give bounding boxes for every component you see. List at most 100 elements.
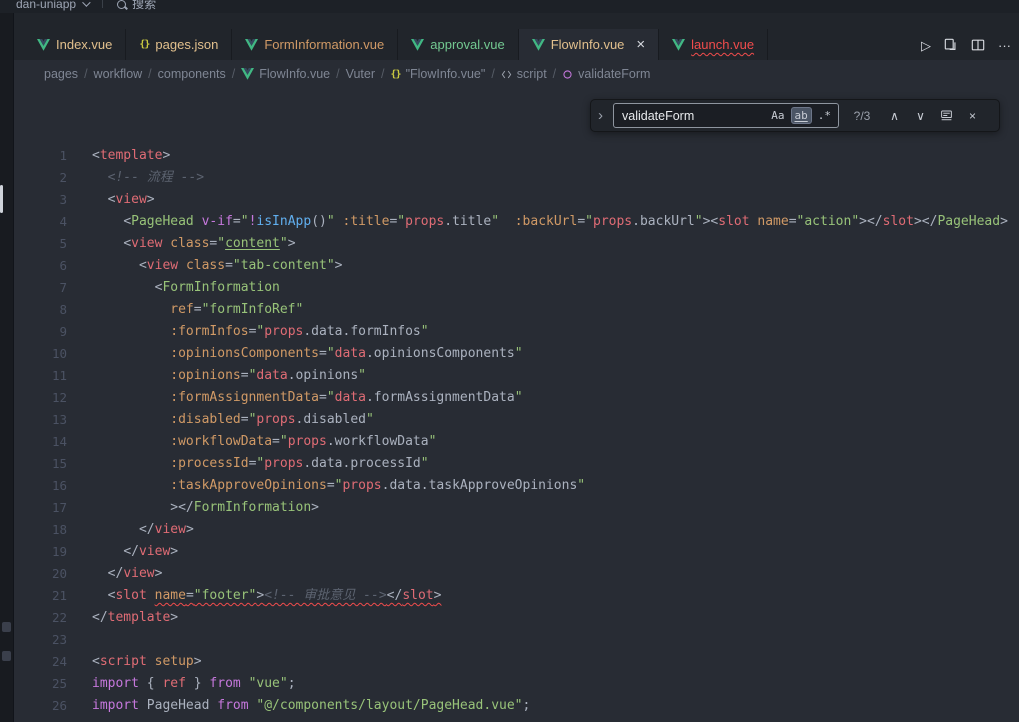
breadcrumb: pages/workflow/components/FlowInfo.vue/V… [14, 60, 1019, 88]
tab-FormInformation.vue[interactable]: FormInformation.vue [232, 29, 398, 60]
code-line-14[interactable]: 14 :workflowData="props.workflowData" [14, 431, 1019, 453]
line-content: :workflowData="props.workflowData" [92, 431, 436, 453]
breadcrumb-label: pages [44, 67, 78, 81]
braces-icon: {} [391, 69, 401, 80]
line-content: ></FormInformation> [92, 497, 319, 519]
breadcrumb-item-workflow[interactable]: workflow [94, 67, 143, 81]
code-line-19[interactable]: 19 </view> [14, 541, 1019, 563]
code-line-9[interactable]: 9 :formInfos="props.data.formInfos" [14, 321, 1019, 343]
project-menu[interactable]: dan-uniapp [16, 0, 88, 13]
breadcrumb-separator: / [232, 67, 235, 81]
code-line-12[interactable]: 12 :formAssignmentData="data.formAssignm… [14, 387, 1019, 409]
code-line-22[interactable]: 22</template> [14, 607, 1019, 629]
whole-word-button[interactable]: ab [791, 107, 812, 124]
line-content: <script setup> [92, 651, 202, 673]
line-content: </view> [92, 541, 178, 563]
code-line-2[interactable]: 2 <!-- 流程 --> [14, 167, 1019, 189]
find-input[interactable]: validateForm Aa ab .* [613, 103, 839, 128]
code-line-17[interactable]: 17 ></FormInformation> [14, 497, 1019, 519]
line-number: 14 [14, 431, 67, 453]
code-line-8[interactable]: 8 ref="formInfoRef" [14, 299, 1019, 321]
line-content: <view class="content"> [92, 233, 296, 255]
code-line-4[interactable]: 4 <PageHead v-if="!isInApp()" :title="pr… [14, 211, 1019, 233]
code-line-1[interactable]: 1<template> [14, 145, 1019, 167]
tab-launch.vue[interactable]: launch.vue [659, 29, 768, 60]
tab-approval.vue[interactable]: approval.vue [398, 29, 518, 60]
breadcrumb-item-FlowInfo.vue[interactable]: {}"FlowInfo.vue" [391, 67, 486, 81]
code-line-11[interactable]: 11 :opinions="data.opinions" [14, 365, 1019, 387]
next-match-button[interactable]: ∨ [911, 106, 930, 126]
breadcrumb-separator: / [553, 67, 556, 81]
close-icon[interactable]: × [636, 37, 645, 52]
code-line-15[interactable]: 15 :processId="props.data.processId" [14, 453, 1019, 475]
previous-match-button[interactable]: ∧ [885, 106, 904, 126]
title-bar: dan-uniapp 搜索 [0, 0, 1019, 13]
line-number: 19 [14, 541, 67, 563]
more-actions-button[interactable]: ··· [998, 39, 1011, 52]
line-content: :formAssignmentData="data.formAssignment… [92, 387, 523, 409]
open-changes-button[interactable] [944, 38, 958, 52]
line-content: </view> [92, 563, 162, 585]
breadcrumb-item-script[interactable]: script [501, 67, 547, 81]
activity-indicator [0, 185, 3, 213]
breadcrumb-label: Vuter [346, 67, 375, 81]
toggle-replace-icon[interactable]: › [595, 107, 606, 124]
code-editor[interactable]: › validateForm Aa ab .* ?/3 ∧ ∨ [14, 88, 1019, 722]
breadcrumb-item-pages[interactable]: pages [44, 67, 78, 81]
code-line-25[interactable]: 25import { ref } from "vue"; [14, 673, 1019, 695]
code-line-23[interactable]: 23 [14, 629, 1019, 651]
tab-pages.json[interactable]: {}pages.json [126, 29, 232, 60]
open-changes-icon [944, 38, 958, 52]
tab-Index.vue[interactable]: Index.vue [24, 29, 126, 60]
line-number: 17 [14, 497, 67, 519]
match-case-button[interactable]: Aa [767, 107, 788, 124]
line-content: <slot name="footer"><!-- 审批意见 --></slot> [92, 585, 441, 607]
tab-label: FlowInfo.vue [551, 37, 625, 52]
vue-icon [672, 39, 685, 51]
breadcrumb-item-FlowInfo.vue[interactable]: FlowInfo.vue [241, 67, 330, 81]
line-number: 24 [14, 651, 67, 673]
editor-actions: ▷ ··· [921, 38, 1011, 52]
code-line-10[interactable]: 10 :opinionsComponents="data.opinionsCom… [14, 343, 1019, 365]
code-line-3[interactable]: 3 <view> [14, 189, 1019, 211]
activity-mark [2, 651, 11, 661]
run-button[interactable]: ▷ [921, 39, 931, 52]
code-line-5[interactable]: 5 <view class="content"> [14, 233, 1019, 255]
line-content: </template> [92, 607, 178, 629]
code-line-18[interactable]: 18 </view> [14, 519, 1019, 541]
breadcrumb-item-Vuter[interactable]: Vuter [346, 67, 375, 81]
vue-icon [245, 39, 258, 51]
code-line-20[interactable]: 20 </view> [14, 563, 1019, 585]
breadcrumb-item-components[interactable]: components [158, 67, 226, 81]
line-content: :taskApproveOpinions="props.data.taskApp… [92, 475, 585, 497]
breadcrumb-separator: / [491, 67, 494, 81]
line-number: 10 [14, 343, 67, 365]
close-find-button[interactable]: × [963, 106, 982, 126]
line-number: 4 [14, 211, 67, 233]
line-number: 16 [14, 475, 67, 497]
find-widget: › validateForm Aa ab .* ?/3 ∧ ∨ [590, 99, 1000, 132]
json-icon: {} [139, 39, 149, 50]
code-line-6[interactable]: 6 <view class="tab-content"> [14, 255, 1019, 277]
code-line-13[interactable]: 13 :disabled="props.disabled" [14, 409, 1019, 431]
tab-FlowInfo.vue[interactable]: FlowInfo.vue × [519, 29, 659, 60]
code-line-16[interactable]: 16 :taskApproveOpinions="props.data.task… [14, 475, 1019, 497]
line-content: <FormInformation [92, 277, 280, 299]
line-number: 25 [14, 673, 67, 695]
line-content: :opinionsComponents="data.opinionsCompon… [92, 343, 523, 365]
code-line-7[interactable]: 7 <FormInformation [14, 277, 1019, 299]
regex-button[interactable]: .* [814, 107, 835, 124]
line-content: :formInfos="props.data.formInfos" [92, 321, 429, 343]
tab-label: Index.vue [56, 37, 112, 52]
breadcrumb-item-validateForm[interactable]: validateForm [562, 67, 650, 81]
code-line-21[interactable]: 21 <slot name="footer"><!-- 审批意见 --></sl… [14, 585, 1019, 607]
breadcrumb-label: script [517, 67, 547, 81]
titlebar-search[interactable]: 搜索 [117, 0, 156, 13]
line-content: <template> [92, 145, 170, 167]
split-editor-button[interactable] [971, 38, 985, 52]
breadcrumb-label: FlowInfo.vue [259, 67, 330, 81]
find-in-selection-button[interactable] [937, 106, 956, 126]
code-line-24[interactable]: 24 <script setup> [14, 651, 1019, 673]
code-line-26[interactable]: 26import PageHead from "@/components/lay… [14, 695, 1019, 717]
breadcrumb-label: validateForm [578, 67, 650, 81]
